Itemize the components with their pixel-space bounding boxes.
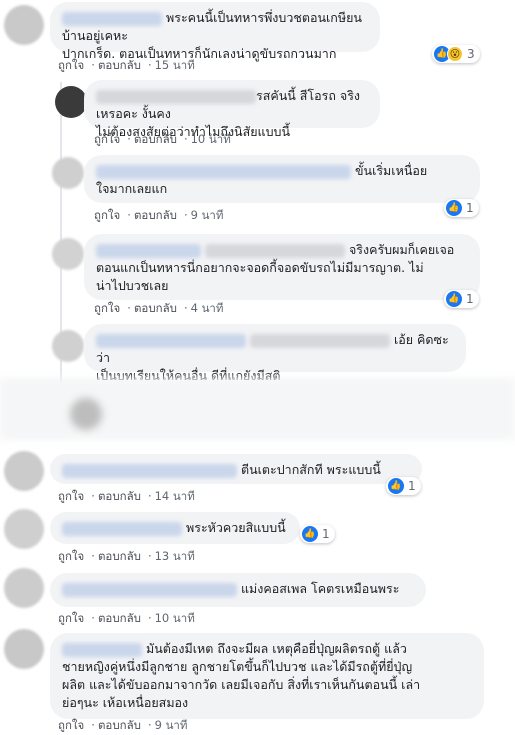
reaction-count: 1 [322,527,330,541]
comment-line: ตีนเตะปากสักที พระแบบนี้ [62,461,410,479]
author-name[interactable] [96,89,256,104]
reaction-summary[interactable]: 👍 1 [386,477,421,495]
comment-text: ใจมากเลยแก [96,181,168,196]
comment-bubble: ขั้นเริ่มเหนื่อย ใจมากเลยแก [84,155,480,203]
reaction-count: 1 [466,292,474,306]
wow-icon: 😮 [447,46,463,62]
avatar[interactable] [52,330,84,362]
author-name[interactable] [62,463,237,478]
reply-button[interactable]: ตอบกลับ [98,718,141,732]
avatar[interactable] [52,157,84,189]
comment-line: เอ้ย คิดซะว่า [96,331,454,367]
reply-button[interactable]: ตอบกลับ [134,301,177,315]
comment-line: จริงครับผมก็เคยเจอ [96,241,468,259]
comment-bubble: รสคันนี้ สีโอรถ จริงเหรอคะ งั้นคง ไม่ต้อ… [84,80,380,139]
like-icon: 👍 [446,200,462,216]
comment-line: พระคนนี้เป็นทหารพึ่งบวชตอนเกษียนบ้านอยู่… [62,9,368,45]
comment-line: พระหัวควยสิแบบนี้ [62,519,288,537]
timestamp[interactable]: 10 นาที [191,132,231,146]
timestamp[interactable]: 9 นาที [155,718,188,732]
reply-button[interactable]: ตอบกลับ [134,208,177,222]
avatar[interactable] [4,5,44,45]
comment-text: ตีนเตะปากสักที พระแบบนี้ [240,462,381,477]
comment-actions: ถูกใจ · ตอบกลับ · 13 นาที [58,549,195,563]
author-name[interactable] [96,243,201,258]
avatar[interactable] [55,86,87,118]
avatar[interactable] [4,629,44,669]
comment-actions: ถูกใจ · ตอบกลับ · 10 นาที [58,611,195,625]
comment-text: มันต้องมีเหต ถึงจะมีผล เหตุคือยี่ปุ่ญผลิ… [145,641,407,656]
comment-text: ขั้นเริ่มเหนื่อย [354,163,428,178]
comment-actions: ถูกใจ · ตอบกลับ · 9 นาที [58,718,188,732]
comment-actions: ถูกใจ · ตอบกลับ · 14 นาที [58,489,195,503]
reaction-count: 1 [408,479,416,493]
like-icon: 👍 [302,526,318,542]
comment-actions: ถูกใจ · ตอบกลับ · 4 นาที [94,301,224,315]
author-name[interactable] [96,164,351,179]
like-button[interactable]: ถูกใจ [58,611,84,625]
like-button[interactable]: ถูกใจ [58,58,84,72]
author-name[interactable] [96,333,246,348]
reaction-summary[interactable]: 👍 1 [300,525,335,543]
comment-bubble: พระหัวควยสิแบบนี้ [50,512,300,544]
comment-bubble: พระคนนี้เป็นทหารพึ่งบวชตอนเกษียนบ้านอยู่… [50,2,380,61]
avatar[interactable] [52,238,84,270]
comment-text: ผลิต และได้ขับออกมาจากวัด เลยมีเจอกับ สิ… [62,677,421,692]
timestamp[interactable]: 15 นาที [155,58,195,72]
comment-bubble: มันต้องมีเหต ถึงจะมีผล เหตุคือยี่ปุ่ญผลิ… [50,633,484,719]
comment-actions: ถูกใจ · ตอบกลับ · 9 นาที [94,208,224,222]
reaction-summary[interactable]: 👍 1 [444,199,479,217]
like-button[interactable]: ถูกใจ [94,208,120,222]
avatar[interactable] [4,568,44,608]
comment-line: รสคันนี้ สีโอรถ จริงเหรอคะ งั้นคง [96,87,368,123]
avatar[interactable] [4,509,44,549]
comment-bubble: แม่งคอสเพล โคตรเหมือนพระ [50,573,426,607]
comment-text: ตอนแกเป็นทหารนี่กอยากจะจอดกี้จอดขับรถไม่… [96,260,424,275]
comment-text: ชายหญิงคู่หนึ่งมีลูกชาย ลูกชายโตขึ้นก็ไป… [62,659,413,674]
comment-text: แม่งคอสเพล โคตรเหมือนพระ [240,581,400,596]
comment-text: จริงครับผมก็เคยเจอ [348,242,455,257]
author-name[interactable] [62,11,162,26]
timestamp[interactable]: 10 นาที [155,611,195,625]
comment-bubble: เอ้ย คิดซะว่า เป็นบทเรียนให้คนอื่น ดีที่… [84,324,466,383]
reply-button[interactable]: ตอบกลับ [98,489,141,503]
author-name[interactable] [249,333,390,348]
comment-bubble: จริงครับผมก็เคยเจอ ตอนแกเป็นทหารนี่กอยาก… [84,234,480,300]
author-name[interactable] [62,642,142,657]
comment-line: มันต้องมีเหต ถึงจะมีผล เหตุคือยี่ปุ่ญผลิ… [62,640,472,658]
reply-button[interactable]: ตอบกลับ [98,58,141,72]
comment-text: พระหัวควยสิแบบนี้ [185,520,286,535]
comment-text: น่าไปบวชเลย [96,278,169,293]
timestamp[interactable]: 14 นาที [155,489,195,503]
like-button[interactable]: ถูกใจ [58,718,84,732]
like-button[interactable]: ถูกใจ [58,549,84,563]
avatar [70,398,102,430]
comment-actions: ถูกใจ · ตอบกลับ · 15 นาที [58,58,195,72]
reply-button[interactable]: ตอบกลับ [98,611,141,625]
reply-button[interactable]: ตอบกลับ [134,132,177,146]
reaction-summary[interactable]: 👍 😮 3 [432,45,480,63]
comment-actions: ถูกใจ · ตอบกลับ · 10 นาที [94,132,231,146]
comment-bubble: ตีนเตะปากสักที พระแบบนี้ [50,454,422,484]
timestamp[interactable]: 13 นาที [155,549,195,563]
author-name[interactable] [62,582,237,597]
reaction-summary[interactable]: 👍 1 [444,290,479,308]
reply-button[interactable]: ตอบกลับ [98,549,141,563]
reaction-count: 1 [466,201,474,215]
author-name[interactable] [62,521,182,536]
like-icon: 👍 [388,478,404,494]
avatar[interactable] [4,451,44,491]
comment-line: ขั้นเริ่มเหนื่อย [96,162,468,180]
like-button[interactable]: ถูกใจ [94,301,120,315]
like-button[interactable]: ถูกใจ [94,132,120,146]
like-icon: 👍 [446,291,462,307]
reaction-count: 3 [467,47,475,61]
comment-line: แม่งคอสเพล โคตรเหมือนพระ [62,580,414,598]
author-name[interactable] [204,243,345,258]
timestamp[interactable]: 4 นาที [191,301,224,315]
comment-text: ย่อๆนะ เห้อเหนื่อยสมอง [62,695,189,710]
timestamp[interactable]: 9 นาที [191,208,224,222]
like-button[interactable]: ถูกใจ [58,489,84,503]
